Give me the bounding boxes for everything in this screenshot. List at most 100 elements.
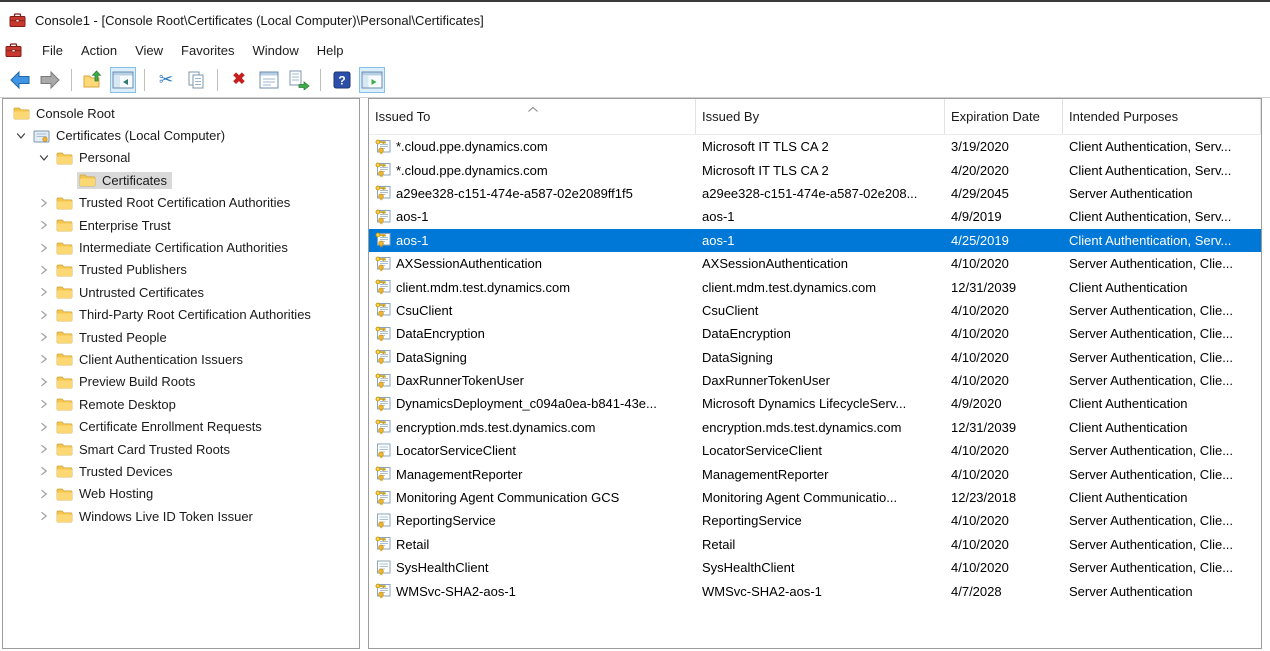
certificate-row-dynamicsdeployment-c094a0ea-b841-43e-11[interactable]: DynamicsDeployment_c094a0ea-b841-43e...M… bbox=[369, 392, 1261, 415]
tree-item-web-hosting[interactable]: Web Hosting bbox=[3, 483, 359, 505]
cell-issued-by: ReportingService bbox=[696, 513, 945, 528]
cell-intended-purposes: Server Authentication, Clie... bbox=[1063, 443, 1261, 458]
tree-expander[interactable] bbox=[34, 464, 54, 478]
column-header-issued-by[interactable]: Issued By bbox=[696, 99, 945, 134]
certificate-row-encryption-mds-test-dynamics-com-12[interactable]: encryption.mds.test.dynamics.comencrypti… bbox=[369, 416, 1261, 439]
menu-favorites[interactable]: Favorites bbox=[172, 40, 243, 61]
tree-item-trusted-root-certification-authorities[interactable]: Trusted Root Certification Authorities bbox=[3, 192, 359, 214]
certificate-row-managementreporter-14[interactable]: ManagementReporterManagementReporter4/10… bbox=[369, 462, 1261, 485]
tree-expander[interactable] bbox=[34, 330, 54, 344]
tree-expander[interactable] bbox=[34, 420, 54, 434]
menu-view[interactable]: View bbox=[126, 40, 172, 61]
certificate-row-retail-17[interactable]: RetailRetail4/10/2020Server Authenticati… bbox=[369, 533, 1261, 556]
back-button[interactable] bbox=[7, 67, 33, 93]
tree-expander[interactable] bbox=[11, 129, 31, 143]
tree-expander[interactable] bbox=[34, 263, 54, 277]
tree-item-certificates[interactable]: Certificates bbox=[3, 169, 359, 191]
cell-intended-purposes: Client Authentication, Serv... bbox=[1063, 139, 1261, 154]
up-one-level-button[interactable] bbox=[80, 67, 106, 93]
tree-item-label: Web Hosting bbox=[79, 486, 153, 501]
tree-item-intermediate-certification-authorities[interactable]: Intermediate Certification Authorities bbox=[3, 236, 359, 258]
certificate-with-key-icon bbox=[375, 396, 392, 412]
certificate-row-client-mdm-test-dynamics-com-6[interactable]: client.mdm.test.dynamics.comclient.mdm.t… bbox=[369, 275, 1261, 298]
tree-expander[interactable] bbox=[34, 285, 54, 299]
delete-button[interactable]: ✖ bbox=[226, 67, 252, 93]
certificate-row-datasigning-9[interactable]: DataSigningDataSigning4/10/2020Server Au… bbox=[369, 346, 1261, 369]
folder-icon bbox=[56, 218, 73, 232]
tree-item-client-authentication-issuers[interactable]: Client Authentication Issuers bbox=[3, 348, 359, 370]
certificate-row-aos-1-4[interactable]: aos-1aos-14/25/2019Client Authentication… bbox=[369, 229, 1261, 252]
tree-expander[interactable] bbox=[34, 308, 54, 322]
folder-icon bbox=[56, 352, 73, 366]
menu-help[interactable]: Help bbox=[308, 40, 353, 61]
tree-expander[interactable] bbox=[34, 196, 54, 210]
export-list-button[interactable] bbox=[286, 67, 312, 93]
certificate-row-reportingservice-16[interactable]: ReportingServiceReportingService4/10/202… bbox=[369, 509, 1261, 532]
tree-item-trusted-people[interactable]: Trusted People bbox=[3, 326, 359, 348]
menu-window[interactable]: Window bbox=[244, 40, 308, 61]
tree-expander[interactable] bbox=[34, 487, 54, 501]
tree-item-preview-build-roots[interactable]: Preview Build Roots bbox=[3, 371, 359, 393]
forward-button[interactable] bbox=[37, 67, 63, 93]
column-header-expiration-date[interactable]: Expiration Date bbox=[945, 99, 1063, 134]
certificate-row-dataencryption-8[interactable]: DataEncryptionDataEncryption4/10/2020Ser… bbox=[369, 322, 1261, 345]
tree-expander[interactable] bbox=[34, 151, 54, 165]
folder-icon bbox=[56, 285, 73, 299]
tree-expander[interactable] bbox=[34, 397, 54, 411]
tree-expander[interactable] bbox=[34, 509, 54, 523]
chevron-right-icon bbox=[40, 243, 48, 253]
tree-item-trusted-devices[interactable]: Trusted Devices bbox=[3, 460, 359, 482]
tree-item-personal[interactable]: Personal bbox=[3, 147, 359, 169]
folder-icon bbox=[56, 196, 73, 210]
certificate-row-syshealthclient-18[interactable]: SysHealthClientSysHealthClient4/10/2020S… bbox=[369, 556, 1261, 579]
tree-expander[interactable] bbox=[34, 442, 54, 456]
certificate-row-csuclient-7[interactable]: CsuClientCsuClient4/10/2020Server Authen… bbox=[369, 299, 1261, 322]
properties-button[interactable] bbox=[256, 67, 282, 93]
column-header-intended-purposes[interactable]: Intended Purposes bbox=[1063, 99, 1261, 134]
tree-item-content: Trusted Root Certification Authorities bbox=[54, 194, 295, 211]
menu-action[interactable]: Action bbox=[72, 40, 126, 61]
cut-button[interactable]: ✂ bbox=[153, 67, 179, 93]
certificates-list-panel: Issued ToIssued ByExpiration DateIntende… bbox=[368, 98, 1262, 649]
certificate-row-cloud-ppe-dynamics-com-1[interactable]: *.cloud.ppe.dynamics.comMicrosoft IT TLS… bbox=[369, 158, 1261, 181]
tree-item-untrusted-certificates[interactable]: Untrusted Certificates bbox=[3, 281, 359, 303]
tree-expander[interactable] bbox=[34, 218, 54, 232]
certificate-row-cloud-ppe-dynamics-com-0[interactable]: *.cloud.ppe.dynamics.comMicrosoft IT TLS… bbox=[369, 135, 1261, 158]
tree-item-console-root[interactable]: Console Root bbox=[3, 102, 359, 124]
certificate-with-key-icon bbox=[375, 302, 392, 318]
tree-item-content: Trusted Publishers bbox=[54, 261, 192, 278]
certificate-row-wmsvc-sha2-aos-1-19[interactable]: WMSvc-SHA2-aos-1WMSvc-SHA2-aos-14/7/2028… bbox=[369, 579, 1261, 602]
tree-item-label: Third-Party Root Certification Authoriti… bbox=[79, 307, 311, 322]
show-console-tree-button[interactable] bbox=[110, 67, 136, 93]
tree-item-remote-desktop[interactable]: Remote Desktop bbox=[3, 393, 359, 415]
certificate-row-axsessionauthentication-5[interactable]: AXSessionAuthenticationAXSessionAuthenti… bbox=[369, 252, 1261, 275]
tree-item-content: Preview Build Roots bbox=[54, 373, 200, 390]
export-list-icon bbox=[288, 70, 310, 90]
tree-item-enterprise-trust[interactable]: Enterprise Trust bbox=[3, 214, 359, 236]
certificate-row-daxrunnertokenuser-10[interactable]: DaxRunnerTokenUserDaxRunnerTokenUser4/10… bbox=[369, 369, 1261, 392]
tree-item-trusted-publishers[interactable]: Trusted Publishers bbox=[3, 259, 359, 281]
cell-issued-by: Microsoft IT TLS CA 2 bbox=[696, 163, 945, 178]
tree-item-third-party-root-certification-authorities[interactable]: Third-Party Root Certification Authoriti… bbox=[3, 304, 359, 326]
certificate-row-locatorserviceclient-13[interactable]: LocatorServiceClientLocatorServiceClient… bbox=[369, 439, 1261, 462]
issued-to-text: DaxRunnerTokenUser bbox=[396, 373, 524, 388]
cell-intended-purposes: Server Authentication, Clie... bbox=[1063, 560, 1261, 575]
new-window-button[interactable] bbox=[359, 67, 385, 93]
tree-expander[interactable] bbox=[34, 352, 54, 366]
certificate-row-monitoring-agent-communication-gcs-15[interactable]: Monitoring Agent Communication GCSMonito… bbox=[369, 486, 1261, 509]
certificate-row-a29ee328-c151-474e-a587-02e2089ff1f5-2[interactable]: a29ee328-c151-474e-a587-02e2089ff1f5a29e… bbox=[369, 182, 1261, 205]
tree-expander[interactable] bbox=[34, 241, 54, 255]
help-button[interactable]: ? bbox=[329, 67, 355, 93]
tree-expander[interactable] bbox=[34, 375, 54, 389]
tree-item-certificate-enrollment-requests[interactable]: Certificate Enrollment Requests bbox=[3, 415, 359, 437]
copy-button[interactable] bbox=[183, 67, 209, 93]
tree-item-windows-live-id-token-issuer[interactable]: Windows Live ID Token Issuer bbox=[3, 505, 359, 527]
tree-item-certificates-local-computer[interactable]: Certificates (Local Computer) bbox=[3, 124, 359, 146]
tree-item-smart-card-trusted-roots[interactable]: Smart Card Trusted Roots bbox=[3, 438, 359, 460]
tree-item-label: Preview Build Roots bbox=[79, 374, 195, 389]
certificate-row-aos-1-3[interactable]: aos-1aos-14/9/2019Client Authentication,… bbox=[369, 205, 1261, 228]
menu-file[interactable]: File bbox=[33, 40, 72, 61]
tree-item-label: Certificate Enrollment Requests bbox=[79, 419, 262, 434]
cell-expiration-date: 4/10/2020 bbox=[945, 373, 1063, 388]
menu-bar: FileActionViewFavoritesWindowHelp bbox=[0, 38, 1270, 62]
